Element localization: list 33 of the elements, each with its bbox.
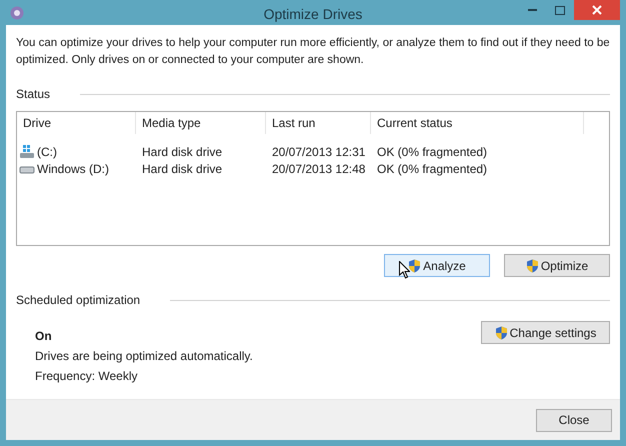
app-icon <box>9 4 25 20</box>
frequency-text: Frequency: Weekly <box>35 369 138 383</box>
column-header[interactable]: Current status <box>371 112 584 134</box>
schedule-message: Drives are being optimized automatically. <box>35 349 253 363</box>
cursor-icon <box>399 261 410 279</box>
maximize-icon <box>555 6 565 14</box>
schedule-state: On <box>35 329 53 343</box>
minimize-icon <box>528 9 536 11</box>
table-cell: Windows (D:) <box>37 162 110 176</box>
system-drive-icon <box>19 144 35 159</box>
column-header[interactable]: Last run <box>266 112 371 134</box>
shield-icon <box>408 258 422 272</box>
section-heading: Status <box>16 87 50 101</box>
description-text: You can optimize your drives to help your computer run more efficiently, or analyze them to find out if they need to be optimized. Only drives on or connected to your computer are shown. <box>16 36 611 68</box>
shield-icon <box>526 258 539 272</box>
table-cell-text: 20/07/2013 12:48 <box>271 160 366 177</box>
column-header[interactable]: Drive <box>17 112 136 134</box>
window-title: Optimize Drives <box>264 6 362 22</box>
table-cell: (C:) <box>37 144 57 158</box>
section-heading: Scheduled optimization <box>16 293 140 307</box>
close-button[interactable] <box>574 0 620 20</box>
table-cell-text: OK (0% fragmented) <box>376 144 488 160</box>
table-cell-text: OK (0% fragmented) <box>376 160 488 177</box>
column-header[interactable]: Media type <box>136 112 266 134</box>
close-icon <box>592 5 602 15</box>
shield-icon <box>494 326 508 340</box>
table-cell-text: Hard disk drive <box>141 144 224 160</box>
analyze-button[interactable]: Analyze <box>384 254 490 277</box>
close-dialog-button[interactable]: Close <box>536 408 612 432</box>
table-cell-text: 20/07/2013 12:31 <box>271 144 366 160</box>
optimize-button[interactable]: Optimize <box>504 254 610 277</box>
table-cell-text: Hard disk drive <box>141 160 224 177</box>
change-settings-button[interactable]: Change settings <box>481 321 610 344</box>
